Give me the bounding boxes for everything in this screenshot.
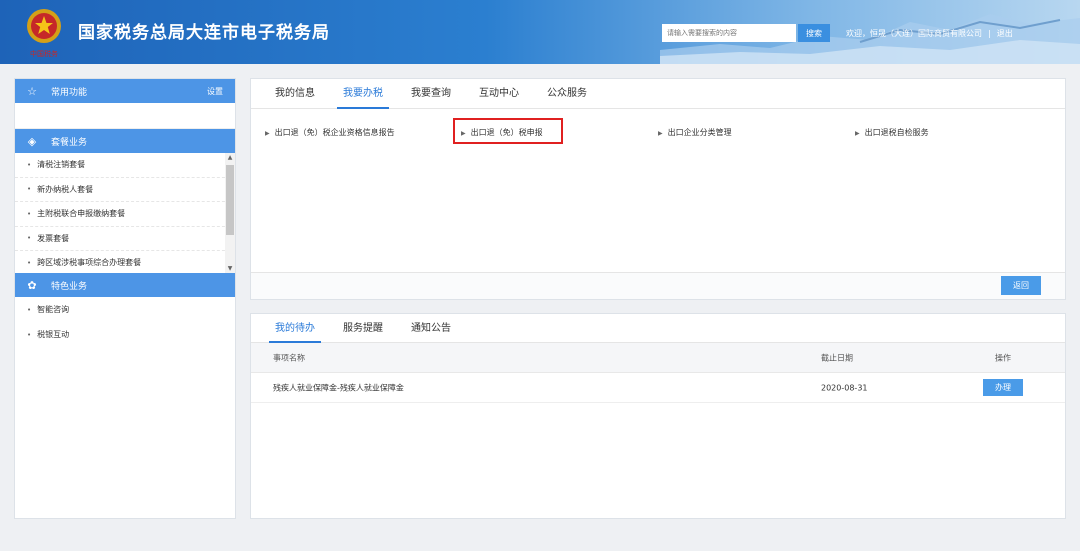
link-label: 出口企业分类管理 xyxy=(667,128,732,137)
welcome-text: 欢迎，恒晟（大连）国际商贸有限公司 xyxy=(846,29,982,38)
panel-footer: 返回 xyxy=(251,272,1065,299)
bullet-icon: • xyxy=(27,234,32,243)
column-header-date: 截止日期 xyxy=(821,353,853,362)
column-header-op: 操作 xyxy=(995,353,1011,362)
site-title: 国家税务总局大连市电子税务局 xyxy=(78,23,330,43)
sidebar-item-special[interactable]: • 税银互动 xyxy=(15,322,235,347)
star-icon: ☆ xyxy=(27,84,37,98)
bullet-icon: • xyxy=(27,185,32,194)
layers-icon: ◈ xyxy=(27,134,37,148)
search-button[interactable]: 搜索 xyxy=(798,24,830,42)
header-separator: | xyxy=(988,29,991,38)
sidebar-item-label: 税银互动 xyxy=(37,330,70,339)
sidebar-header-label: 特色业务 xyxy=(51,281,88,292)
sidebar-header-common[interactable]: ☆ 常用功能 设置 xyxy=(15,79,235,103)
scroll-down-icon[interactable]: ▼ xyxy=(225,265,235,272)
handle-button[interactable]: 办理 xyxy=(983,379,1023,396)
common-functions-area xyxy=(15,103,235,129)
scrollbar-thumb[interactable] xyxy=(226,165,234,235)
bullet-icon: • xyxy=(27,305,32,314)
sidebar-header-package[interactable]: ◈ 套餐业务 xyxy=(15,129,235,153)
todo-panel: 我的待办 服务提醒 通知公告 事项名称 截止日期 操作 残疾人就业保障金-残疾人… xyxy=(250,313,1066,519)
caret-right-icon: ▶ xyxy=(265,130,270,137)
link-export-qualification[interactable]: ▶ 出口退（免）税企业资格信息报告 xyxy=(265,127,395,138)
sidebar-item-label: 新办纳税人套餐 xyxy=(37,184,94,194)
sidebar-header-label: 常用功能 xyxy=(51,87,88,98)
link-label: 出口退（免）税申报 xyxy=(470,128,543,137)
settings-link[interactable]: 设置 xyxy=(207,86,223,97)
tab-service-reminder[interactable]: 服务提醒 xyxy=(333,314,393,342)
sidebar-item-package[interactable]: • 主附税联合申报缴纳套餐 xyxy=(15,202,235,227)
search-input[interactable] xyxy=(662,24,796,42)
tab-my-info[interactable]: 我的信息 xyxy=(265,79,325,108)
welcome-area: 欢迎，恒晟（大连）国际商贸有限公司 | 退出 xyxy=(846,28,1013,39)
bullet-icon: • xyxy=(27,209,32,218)
sidebar-header-label: 套餐业务 xyxy=(51,137,88,148)
tab-handle-tax[interactable]: 我要办税 xyxy=(333,79,393,109)
todo-item-date: 2020-08-31 xyxy=(821,383,868,392)
sidebar: ☆ 常用功能 设置 ◈ 套餐业务 • 清税注销套餐 • 新办纳税人套餐 • 主附税联合… xyxy=(14,78,236,519)
bullet-icon: • xyxy=(27,330,32,339)
link-label: 出口退（免）税企业资格信息报告 xyxy=(274,128,395,137)
sidebar-item-special[interactable]: • 智能咨询 xyxy=(15,297,235,322)
tax-services-panel: 我的信息 我要办税 我要查询 互动中心 公众服务 ▶ 出口退（免）税企业资格信息报… xyxy=(250,78,1066,300)
sidebar-item-package[interactable]: • 新办纳税人套餐 xyxy=(15,178,235,202)
tax-emblem-icon: 中国税务 xyxy=(27,9,61,58)
link-export-classification[interactable]: ▶ 出口企业分类管理 xyxy=(658,127,732,138)
link-export-declaration[interactable]: ▶ 出口退（免）税申报 xyxy=(461,127,543,138)
table-header: 事项名称 截止日期 操作 xyxy=(251,343,1065,373)
header-banner: 中国税务 国家税务总局大连市电子税务局 搜索 欢迎，恒晟（大连）国际商贸有限公司… xyxy=(0,0,1080,64)
link-label: 出口退税自检服务 xyxy=(864,128,929,137)
svg-text:中国税务: 中国税务 xyxy=(30,49,58,58)
todo-item-name: 残疾人就业保障金-残疾人就业保障金 xyxy=(273,383,404,392)
back-button[interactable]: 返回 xyxy=(1001,276,1041,295)
logout-link[interactable]: 退出 xyxy=(997,29,1013,38)
sidebar-item-label: 跨区域涉税事项综合办理套餐 xyxy=(37,258,142,268)
sidebar-scrollbar[interactable]: ▲ ▼ xyxy=(225,153,235,273)
service-links: ▶ 出口退（免）税企业资格信息报告 ▶ 出口退（免）税申报 ▶ 出口企业分类管理 ▶ 出… xyxy=(251,109,1065,269)
table-row: 残疾人就业保障金-残疾人就业保障金 2020-08-31 办理 xyxy=(251,373,1065,403)
package-list: • 清税注销套餐 • 新办纳税人套餐 • 主附税联合申报缴纳套餐 • 发票套餐 • 跨区域… xyxy=(15,153,235,273)
column-header-name: 事项名称 xyxy=(273,353,305,362)
todo-tabs: 我的待办 服务提醒 通知公告 xyxy=(251,314,1065,343)
sidebar-item-label: 清税注销套餐 xyxy=(37,160,86,170)
link-export-self-check[interactable]: ▶ 出口退税自检服务 xyxy=(855,127,929,138)
tab-notice[interactable]: 通知公告 xyxy=(401,314,461,342)
bullet-icon: • xyxy=(27,160,32,169)
caret-right-icon: ▶ xyxy=(461,130,466,137)
sidebar-item-label: 发票套餐 xyxy=(37,233,70,243)
scroll-up-icon[interactable]: ▲ xyxy=(225,154,235,161)
tab-public-service[interactable]: 公众服务 xyxy=(537,79,597,108)
sidebar-header-special[interactable]: ✿ 特色业务 xyxy=(15,273,235,297)
caret-right-icon: ▶ xyxy=(658,130,663,137)
sidebar-item-package[interactable]: • 跨区域涉税事项综合办理套餐 xyxy=(15,251,235,273)
sidebar-item-package[interactable]: • 发票套餐 xyxy=(15,227,235,251)
sidebar-item-label: 智能咨询 xyxy=(37,305,70,314)
main-tabs: 我的信息 我要办税 我要查询 互动中心 公众服务 xyxy=(251,79,1065,109)
bullet-icon: • xyxy=(27,258,32,267)
tab-query[interactable]: 我要查询 xyxy=(401,79,461,108)
tab-my-todo[interactable]: 我的待办 xyxy=(265,314,325,343)
sidebar-item-label: 主附税联合申报缴纳套餐 xyxy=(37,209,126,219)
flower-icon: ✿ xyxy=(27,278,37,292)
caret-right-icon: ▶ xyxy=(855,130,860,137)
tab-interaction[interactable]: 互动中心 xyxy=(469,79,529,108)
sidebar-item-package[interactable]: • 清税注销套餐 xyxy=(15,153,235,178)
